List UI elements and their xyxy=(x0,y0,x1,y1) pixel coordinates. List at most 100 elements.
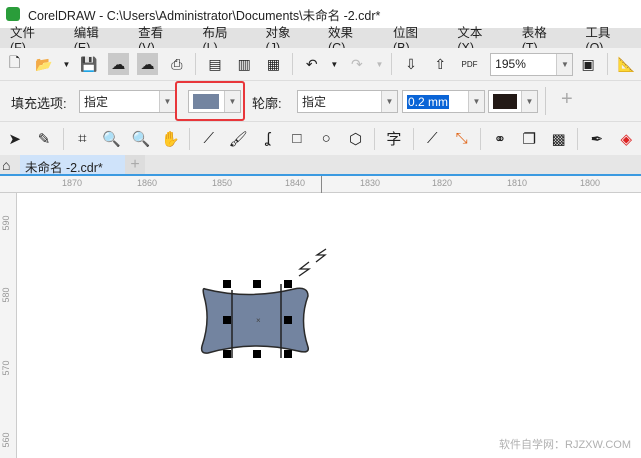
sleep-zz-graphic xyxy=(298,248,327,277)
divider xyxy=(391,53,393,75)
outline-color-picker[interactable]: ▼ xyxy=(488,90,538,113)
add-tab-button[interactable]: + xyxy=(125,155,145,174)
import-icon[interactable]: ⇩ xyxy=(400,53,421,75)
print-icon[interactable]: ⎙ xyxy=(166,53,187,75)
transparency-icon[interactable]: ▩ xyxy=(548,128,569,150)
toolbox: ➤ ✎ ⌗ 🔍 🔍 ✋ ⟋ 🖌 ʆ □ ○ ⬡ 字 ⟋ ⤡ ⚭ ❐ ▩ ✒ ◈ xyxy=(0,122,641,155)
divider xyxy=(545,87,546,115)
standard-toolbar: 🗋 📂 ▼ 💾 ☁ ☁ ⎙ ▤ ▥ ▦ ↶ ▼ ↷ ▼ ⇩ ⇧ PDF 195%… xyxy=(0,48,641,81)
outline-color-swatch xyxy=(493,94,517,109)
outline-type-select[interactable]: 指定 ▼ xyxy=(297,90,398,113)
copy-icon[interactable]: ▥ xyxy=(234,53,255,75)
open-icon[interactable]: 📂 xyxy=(33,53,54,75)
vertical-ruler[interactable]: 590 580 570 560 xyxy=(0,193,17,458)
ruler-label: 1850 xyxy=(212,178,233,188)
undo-dropdown-icon[interactable]: ▼ xyxy=(330,53,338,75)
chevron-down-icon[interactable]: ▼ xyxy=(556,53,573,75)
spiral-tool-icon[interactable]: ʆ xyxy=(257,128,278,150)
fill-color-picker[interactable]: ▼ xyxy=(188,90,241,113)
outline-width-input[interactable]: 0.2 mm ▼ xyxy=(402,90,485,113)
shape-tool-icon[interactable]: ✎ xyxy=(33,128,54,150)
paste-icon[interactable]: ▦ xyxy=(263,53,284,75)
home-icon[interactable]: ⌂ xyxy=(2,157,10,173)
save-icon[interactable]: 💾 xyxy=(78,53,99,75)
rulers-icon[interactable]: 📐 xyxy=(616,53,637,75)
pan-tool-icon[interactable]: ✋ xyxy=(160,128,181,150)
cloud-upload-icon[interactable]: ☁ xyxy=(136,53,159,75)
connector-tool-icon[interactable]: ⤡ xyxy=(451,128,472,150)
zoom-out-icon[interactable]: 🔍 xyxy=(130,128,151,150)
menu-bar: 文件(F) 编辑(E) 查看(V) 布局(L) 对象(J) 效果(C) 位图(B… xyxy=(0,26,641,55)
redo-icon[interactable]: ↷ xyxy=(346,53,367,75)
ruler-cursor-marker xyxy=(321,176,322,193)
outline-label: 轮廓: xyxy=(252,96,282,111)
ruler-label: 590 xyxy=(1,215,11,231)
artistic-media-icon[interactable]: 🖌 xyxy=(227,128,248,150)
ruler-label: 1830 xyxy=(360,178,381,188)
polygon-tool-icon[interactable]: ⬡ xyxy=(345,128,366,150)
full-screen-icon[interactable]: ▣ xyxy=(577,53,598,75)
eyedropper-icon[interactable]: ✒ xyxy=(586,128,607,150)
fill-options-label: 填充选项: xyxy=(11,96,67,111)
center-marker: × xyxy=(256,316,261,325)
zoom-tool-icon[interactable]: 🔍 xyxy=(101,128,122,150)
drawing-canvas[interactable]: × xyxy=(18,194,641,458)
redo-dropdown-icon[interactable]: ▼ xyxy=(376,53,384,75)
ruler-label: 1810 xyxy=(507,178,528,188)
divider xyxy=(577,127,579,150)
tab-document[interactable]: 未命名 -2.cdr* xyxy=(20,155,125,175)
chevron-down-icon[interactable]: ▼ xyxy=(159,91,175,112)
new-document-icon[interactable]: 🗋 xyxy=(4,53,25,75)
chevron-down-icon[interactable]: ▼ xyxy=(224,91,240,112)
chevron-down-icon[interactable]: ▼ xyxy=(521,91,537,112)
watermark: 软件自学网：RJZXW.COM xyxy=(499,439,631,451)
divider xyxy=(62,127,64,150)
canvas-drawing: × xyxy=(200,248,327,358)
chevron-down-icon[interactable]: ▼ xyxy=(381,91,397,112)
crop-tool-icon[interactable]: ⌗ xyxy=(72,128,93,150)
chevron-down-icon[interactable]: ▼ xyxy=(468,91,484,112)
ruler-label: 570 xyxy=(1,360,11,376)
outline-width-value[interactable]: 0.2 mm xyxy=(407,94,450,109)
divider xyxy=(606,53,608,75)
pillow-shape[interactable] xyxy=(200,287,310,354)
property-bar: 填充选项: 指定 ▼ ▼ 轮廓: 指定 ▼ 0.2 mm ▼ ▼ + xyxy=(0,81,641,122)
outline-type-value: 指定 xyxy=(302,95,327,109)
ellipse-tool-icon[interactable]: ○ xyxy=(316,128,337,150)
drop-shadow-icon[interactable]: ❐ xyxy=(519,128,540,150)
cut-icon[interactable]: ▤ xyxy=(204,53,225,75)
fill-tool-icon[interactable]: ◈ xyxy=(616,128,637,150)
divider xyxy=(412,127,414,150)
ruler-label: 1860 xyxy=(137,178,158,188)
divider xyxy=(292,53,294,75)
zoom-level-value: 195% xyxy=(495,57,526,71)
freehand-tool-icon[interactable]: ⟋ xyxy=(198,128,219,150)
tab-document-label: 未命名 -2.cdr* xyxy=(25,161,103,175)
undo-icon[interactable]: ↶ xyxy=(301,53,322,75)
blend-tool-icon[interactable]: ⚭ xyxy=(489,128,510,150)
document-tab-bar: ⌂ 未命名 -2.cdr* + xyxy=(0,155,641,176)
ruler-label: 1820 xyxy=(432,178,453,188)
ruler-label: 1840 xyxy=(285,178,306,188)
pick-tool-icon[interactable]: ➤ xyxy=(4,128,25,150)
horizontal-ruler[interactable]: 1870 1860 1850 1840 1830 1820 1810 1800 xyxy=(0,176,641,193)
dimension-tool-icon[interactable]: ⟋ xyxy=(422,128,443,150)
open-dropdown-icon[interactable]: ▼ xyxy=(63,53,71,75)
divider xyxy=(374,127,376,150)
fill-color-swatch xyxy=(193,94,219,109)
add-button[interactable]: + xyxy=(561,88,573,111)
fill-type-select[interactable]: 指定 ▼ xyxy=(79,90,176,113)
export-icon[interactable]: ⇧ xyxy=(430,53,451,75)
rectangle-tool-icon[interactable]: □ xyxy=(286,128,307,150)
publish-pdf-icon[interactable]: PDF xyxy=(459,53,480,75)
cloud-download-icon[interactable]: ☁ xyxy=(107,53,129,75)
fill-type-value: 指定 xyxy=(84,95,109,109)
ruler-label: 1870 xyxy=(62,178,83,188)
divider xyxy=(480,127,482,150)
zoom-level-combo[interactable]: 195% ▼ xyxy=(490,52,574,76)
text-tool-icon[interactable]: 字 xyxy=(383,128,404,150)
divider xyxy=(195,53,197,75)
divider xyxy=(189,127,191,150)
ruler-label: 1800 xyxy=(580,178,601,188)
coreldraw-logo-icon xyxy=(6,7,20,21)
